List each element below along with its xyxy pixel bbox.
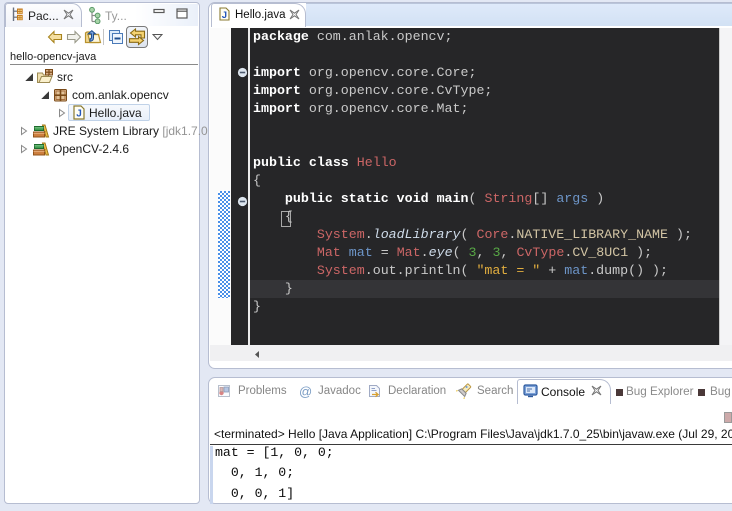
svg-text:J: J [76, 109, 82, 120]
svg-text:J: J [222, 10, 227, 21]
